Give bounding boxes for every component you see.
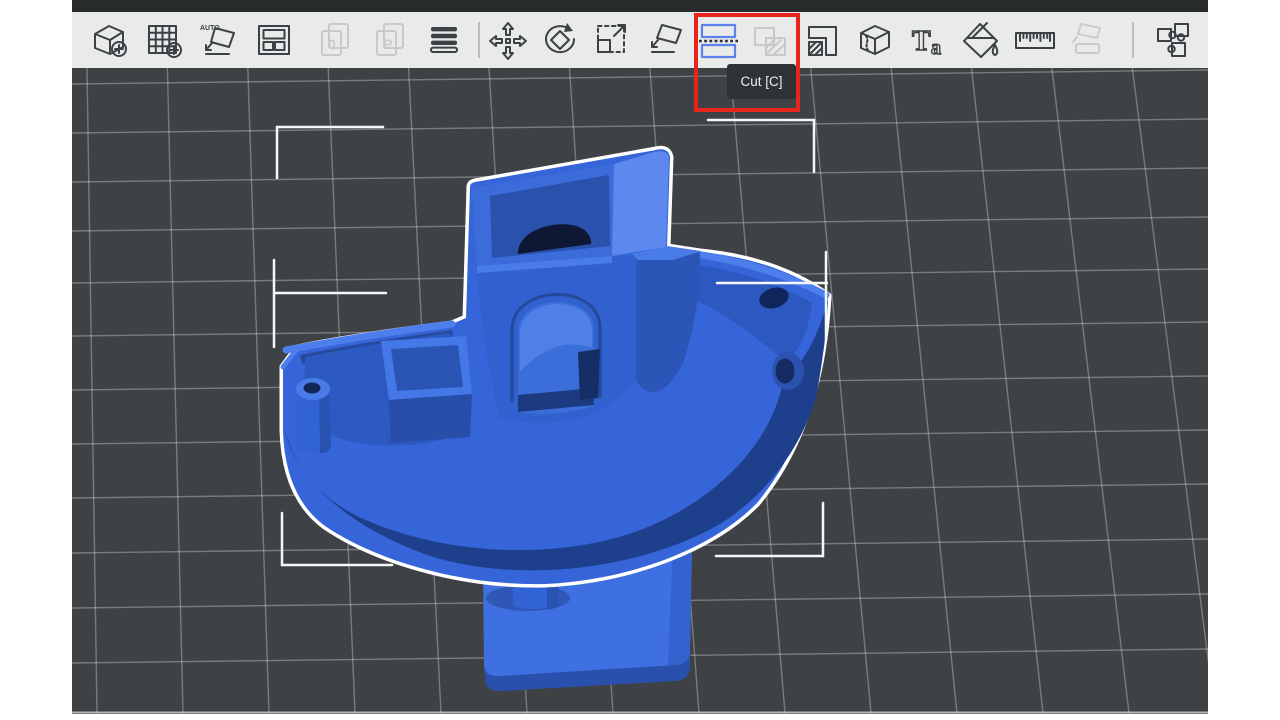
move-button[interactable]: [486, 19, 530, 63]
mesh-boolean-icon: [749, 19, 793, 63]
titlebar-strip: [72, 0, 1208, 12]
mesh-boolean-button[interactable]: [749, 19, 793, 63]
seam-painting-icon: [853, 19, 897, 63]
auto-orient-icon: AUTO: [198, 19, 242, 63]
split-to-parts-icon: P: [370, 19, 414, 63]
scene-canvas[interactable]: [72, 68, 1208, 714]
add-plate-icon: [143, 19, 187, 63]
color-painting-icon: [959, 19, 1003, 63]
benchy-boat-model[interactable]: [283, 149, 828, 584]
explode-view-icon: [1151, 19, 1195, 63]
rotate-icon: [538, 19, 582, 63]
split-objects-label: 0: [328, 36, 336, 52]
toolbar-separator: [1132, 22, 1134, 58]
add-object-icon: [88, 19, 132, 63]
screenshot-stage: AUTO 0: [0, 0, 1280, 720]
cut-tooltip: Cut [C]: [727, 64, 796, 99]
scale-icon: [591, 19, 635, 63]
support-painting-icon: [800, 19, 844, 63]
variable-layer-height-button[interactable]: [423, 19, 467, 63]
move-icon: [486, 19, 530, 63]
cut-button[interactable]: [697, 19, 741, 63]
arrange-button[interactable]: [253, 19, 297, 63]
text-tool-label-T: T: [912, 26, 931, 57]
split-to-parts-button[interactable]: P: [370, 19, 414, 63]
add-plate-button[interactable]: [143, 19, 187, 63]
split-to-objects-icon: 0: [315, 19, 359, 63]
seam-painting-button[interactable]: [853, 19, 897, 63]
measure-button[interactable]: [1013, 19, 1057, 63]
text-tool-icon: T a: [908, 19, 952, 63]
split-parts-label: P: [383, 36, 392, 52]
auto-orient-button[interactable]: AUTO: [198, 19, 242, 63]
text-tool-label-a: a: [931, 37, 941, 59]
toolbar-separator: [478, 22, 480, 58]
assembly-icon: [1066, 19, 1110, 63]
explode-view-button[interactable]: [1151, 19, 1195, 63]
place-on-face-button[interactable]: [645, 19, 689, 63]
assembly-button[interactable]: [1066, 19, 1110, 63]
scale-button[interactable]: [591, 19, 635, 63]
rotate-button[interactable]: [538, 19, 582, 63]
split-to-objects-button[interactable]: 0: [315, 19, 359, 63]
app-window: AUTO 0: [72, 0, 1208, 714]
measure-icon: [1013, 19, 1057, 63]
cut-icon: [697, 19, 741, 63]
arrange-icon: [253, 19, 297, 63]
place-on-face-icon: [645, 19, 689, 63]
color-painting-button[interactable]: [959, 19, 1003, 63]
add-object-button[interactable]: [88, 19, 132, 63]
support-painting-button[interactable]: [800, 19, 844, 63]
text-tool-button[interactable]: T a: [908, 19, 952, 63]
main-toolbar: AUTO 0: [72, 12, 1208, 68]
viewport-3d[interactable]: [72, 68, 1208, 714]
layers-icon: [423, 19, 467, 63]
